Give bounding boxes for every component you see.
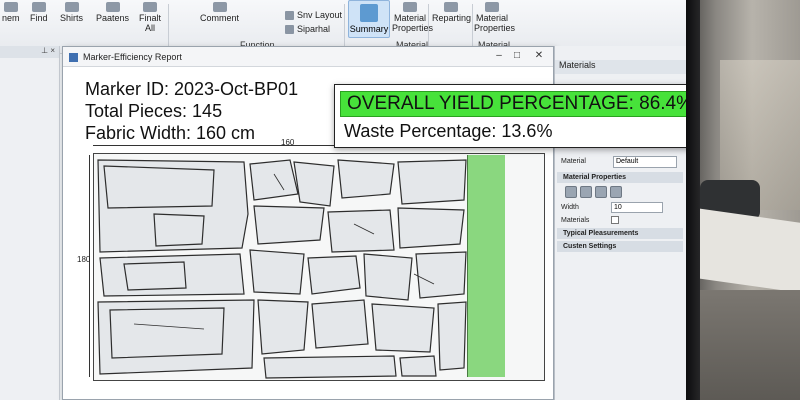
summary-icon <box>360 4 378 22</box>
fabric-width: Fabric Width: 160 cm <box>85 123 256 143</box>
shape-icon <box>285 24 294 34</box>
sphere-icon[interactable] <box>565 186 577 198</box>
pattern-piece <box>437 301 467 371</box>
pattern-piece <box>253 205 325 245</box>
material-properties-button-2[interactable]: Material Properties <box>474 2 515 33</box>
width-ruler-label: 160 <box>281 138 295 147</box>
tool-icon <box>3 2 18 12</box>
pattern-piece <box>337 159 395 199</box>
pattern-piece <box>249 249 305 295</box>
ribbon-separator <box>472 4 473 48</box>
section-typical-measurements[interactable]: Typical Pleasurements <box>557 228 683 239</box>
left-dock-pane: ⊥ × <box>0 46 60 400</box>
report-titlebar: Marker-Efficiency Report – □ ✕ <box>63 47 553 67</box>
monitor-screen: nem Find Shirts Paatens Finalt All Comme… <box>0 0 686 400</box>
pattern-piece <box>371 303 435 353</box>
material-properties-button[interactable]: Material Properties <box>392 2 433 33</box>
pattern-piece <box>363 253 413 301</box>
pattern-piece <box>257 299 309 355</box>
pattern-piece <box>415 251 467 299</box>
section-custom-settings[interactable]: Custen Settings <box>557 241 683 252</box>
texture-icon[interactable] <box>595 186 607 198</box>
ribbon-separator <box>168 4 169 48</box>
pattern-piece <box>311 299 369 349</box>
pen-icon[interactable] <box>580 186 592 198</box>
summary-button[interactable]: Summary <box>348 0 390 38</box>
pattern-piece <box>123 261 187 291</box>
ribbon-item-nem[interactable]: nem <box>2 2 20 23</box>
material-tool-icons <box>565 186 622 198</box>
material-icon <box>403 2 417 12</box>
pattern-icon <box>105 2 120 12</box>
close-icon[interactable]: ✕ <box>531 50 547 64</box>
grid-icon[interactable] <box>610 186 622 198</box>
ribbon-separator <box>344 4 345 48</box>
layout-icon <box>285 10 294 20</box>
report-icon <box>444 2 458 12</box>
overall-yield-percentage: OVERALL YIELD PERCENTAGE: 86.4% <box>340 91 686 117</box>
fabric-roll-icon <box>485 2 499 12</box>
pattern-piece <box>397 207 465 249</box>
marker-id: Marker ID: 2023-Oct-BP01 <box>85 79 299 99</box>
unused-fabric-strip <box>467 155 505 377</box>
material-label: Material <box>561 158 586 165</box>
report-title: Marker-Efficiency Report <box>83 52 182 62</box>
reporting-button[interactable]: Reparting <box>432 2 471 23</box>
material-select[interactable]: Default <box>613 156 677 168</box>
comment-button[interactable]: Comment <box>200 2 239 23</box>
pin-icon[interactable]: ⊥ × <box>0 46 59 58</box>
search-icon <box>31 2 46 12</box>
app-icon <box>69 53 78 62</box>
comment-icon <box>212 2 227 12</box>
pattern-piece <box>293 161 335 207</box>
background-table <box>690 207 800 293</box>
minimize-icon[interactable]: – <box>491 50 507 64</box>
shirts-button[interactable]: Shirts <box>60 2 83 23</box>
save-layout-button[interactable]: Snv Layout <box>285 10 342 20</box>
pattern-piece <box>263 355 397 379</box>
materials-checkbox[interactable] <box>611 216 619 224</box>
finalize-icon <box>143 2 157 12</box>
materials-pane-title: Materials <box>555 60 686 74</box>
total-pieces: Total Pieces: 145 <box>85 101 223 121</box>
materials-checkbox-label: Materials <box>561 217 590 224</box>
yield-callout: OVERALL YIELD PERCENTAGE: 86.4% Waste Pe… <box>334 84 686 148</box>
pattern-piece <box>327 209 395 253</box>
finalize-all-button[interactable]: Finalt All <box>136 2 164 33</box>
pattern-piece <box>399 355 437 377</box>
maximize-icon[interactable]: □ <box>509 50 525 64</box>
find-button[interactable]: Find <box>30 2 48 23</box>
ribbon-separator <box>428 4 429 48</box>
pattern-piece <box>153 213 205 247</box>
pattern-piece <box>397 159 467 205</box>
shirt-icon <box>64 2 79 12</box>
pattern-piece <box>249 159 299 201</box>
waste-percentage: Waste Percentage: 13.6% <box>344 121 553 141</box>
pattern-piece <box>109 307 225 359</box>
pattern-piece <box>307 255 361 295</box>
width-label: Width <box>561 204 579 211</box>
pattern-piece <box>103 165 215 209</box>
patterns-button[interactable]: Paatens <box>96 2 129 23</box>
monitor-bezel <box>686 0 700 400</box>
section-material-properties[interactable]: Material Properties <box>557 172 683 183</box>
siparhal-button[interactable]: Siparhal <box>285 24 330 34</box>
length-ruler <box>89 155 90 377</box>
length-ruler-label: 180 <box>77 255 91 264</box>
width-input[interactable]: 10 <box>611 202 663 213</box>
